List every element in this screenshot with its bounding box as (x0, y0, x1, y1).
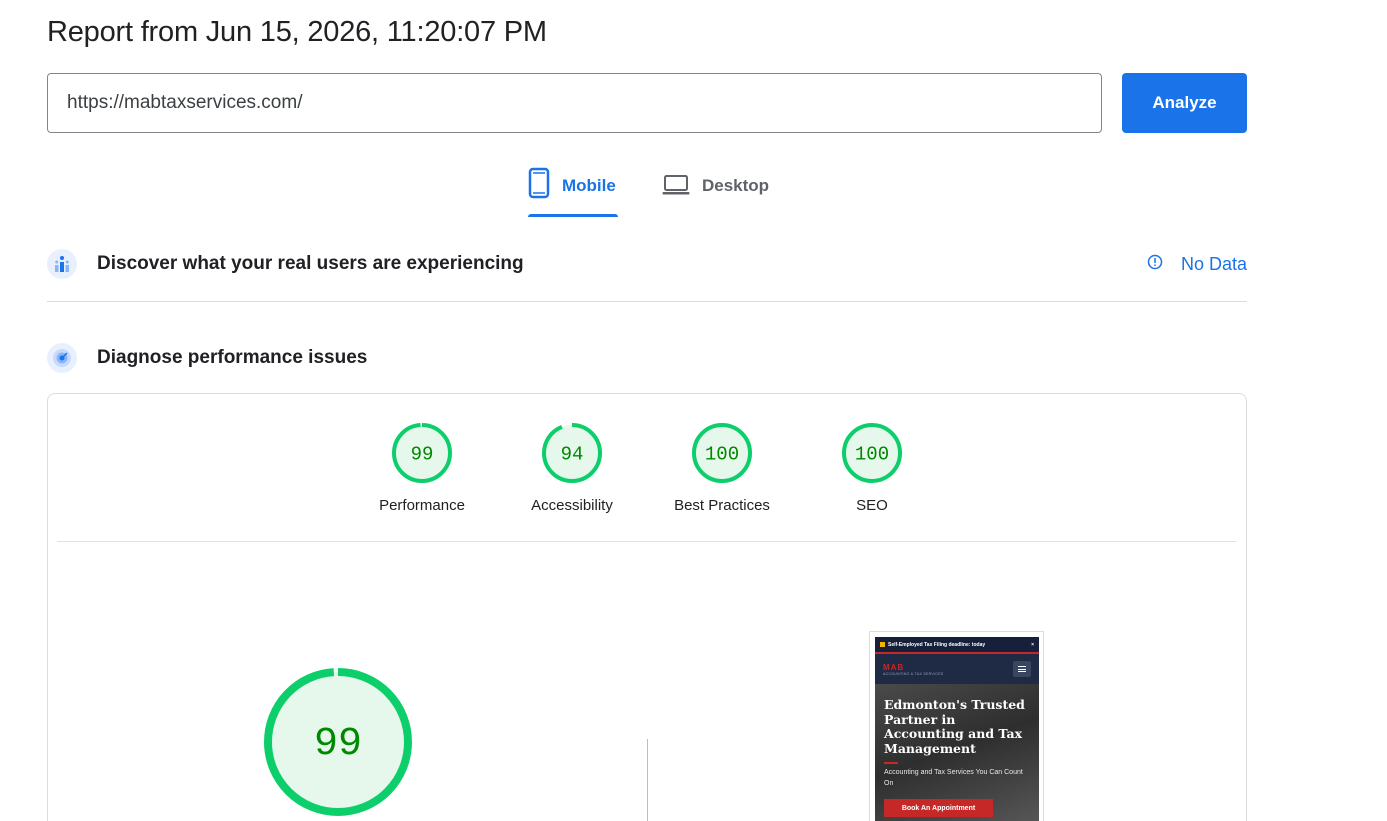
gauge-performance-value: 99 (411, 444, 434, 466)
preview-logo: MAB ACCOUNTING & TAX SERVICES (883, 663, 943, 676)
smartphone-icon (528, 167, 550, 204)
gauge-accessibility[interactable]: 94 Accessibility (522, 422, 622, 514)
laptop-icon (662, 167, 690, 204)
gauge-performance-label: Performance (379, 497, 465, 514)
field-data-title: Discover what your real users are experi… (97, 253, 524, 274)
gauge-accessibility-label: Accessibility (531, 497, 613, 514)
card-divider (57, 541, 1236, 542)
vertical-divider (647, 739, 648, 821)
url-input[interactable] (47, 73, 1102, 133)
tab-desktop[interactable]: Desktop (662, 167, 782, 217)
preview-logo-text: MAB (883, 662, 905, 672)
report-title: Report from Jun 15, 2026, 11:20:07 PM (47, 16, 547, 48)
gauge-best-practices-value: 100 (705, 444, 739, 466)
target-icon (47, 343, 77, 373)
section-divider (47, 301, 1247, 302)
gauge-seo[interactable]: 100 SEO (822, 422, 922, 514)
hamburger-menu-icon (1013, 661, 1031, 677)
gauge-seo-label: SEO (856, 497, 888, 514)
preview-hero-title: Edmonton's Trusted Partner in Accounting… (884, 697, 1025, 756)
performance-main-value: 99 (314, 722, 362, 767)
gauge-seo-value: 100 (855, 444, 889, 466)
info-icon (1147, 254, 1163, 275)
performance-main-ring: 99 (264, 668, 412, 816)
gauge-accessibility-ring: 94 (542, 423, 602, 483)
preview-cta-button: Book An Appointment (884, 799, 993, 817)
tab-mobile[interactable]: Mobile (528, 167, 618, 217)
screenshot-phone: Self-Employed Tax Filing deadline: today… (875, 637, 1039, 821)
preview-hero-accent (884, 762, 898, 764)
users-chart-icon (47, 249, 77, 279)
gauge-best-practices-label: Best Practices (674, 497, 770, 514)
tab-desktop-label: Desktop (702, 176, 770, 195)
close-icon: × (1031, 641, 1034, 648)
performance-main-gauge[interactable]: 99 (262, 666, 414, 818)
preview-nav: MAB ACCOUNTING & TAX SERVICES (875, 654, 1039, 684)
gauge-performance[interactable]: 99 Performance (372, 422, 472, 514)
no-data-label: No Data (1180, 253, 1247, 274)
lab-data-section: Diagnose performance issues (47, 341, 1247, 375)
lab-data-title: Diagnose performance issues (97, 347, 368, 368)
gauge-accessibility-value: 94 (561, 444, 584, 466)
gauge-best-practices[interactable]: 100 Best Practices (672, 422, 772, 514)
gauge-best-practices-ring: 100 (692, 423, 752, 483)
analyze-button[interactable]: Analyze (1122, 73, 1247, 133)
page-screenshot-thumbnail[interactable]: Self-Employed Tax Filing deadline: today… (869, 631, 1044, 821)
field-data-section: Discover what your real users are experi… (47, 247, 1247, 281)
preview-logo-subtext: ACCOUNTING & TAX SERVICES (883, 671, 944, 676)
no-data-link[interactable]: No Data (1147, 247, 1247, 281)
preview-banner: Self-Employed Tax Filing deadline: today… (875, 637, 1039, 652)
preview-hero-subtitle: Accounting and Tax Services You Can Coun… (884, 769, 1023, 787)
tab-mobile-label: Mobile (562, 176, 616, 195)
preview-hero: Edmonton's Trusted Partner in Accounting… (875, 684, 1039, 821)
preview-banner-text: Self-Employed Tax Filing deadline: today (888, 641, 986, 648)
calendar-icon (880, 642, 885, 647)
gauge-performance-ring: 99 (392, 423, 452, 483)
gauge-seo-ring: 100 (842, 423, 902, 483)
